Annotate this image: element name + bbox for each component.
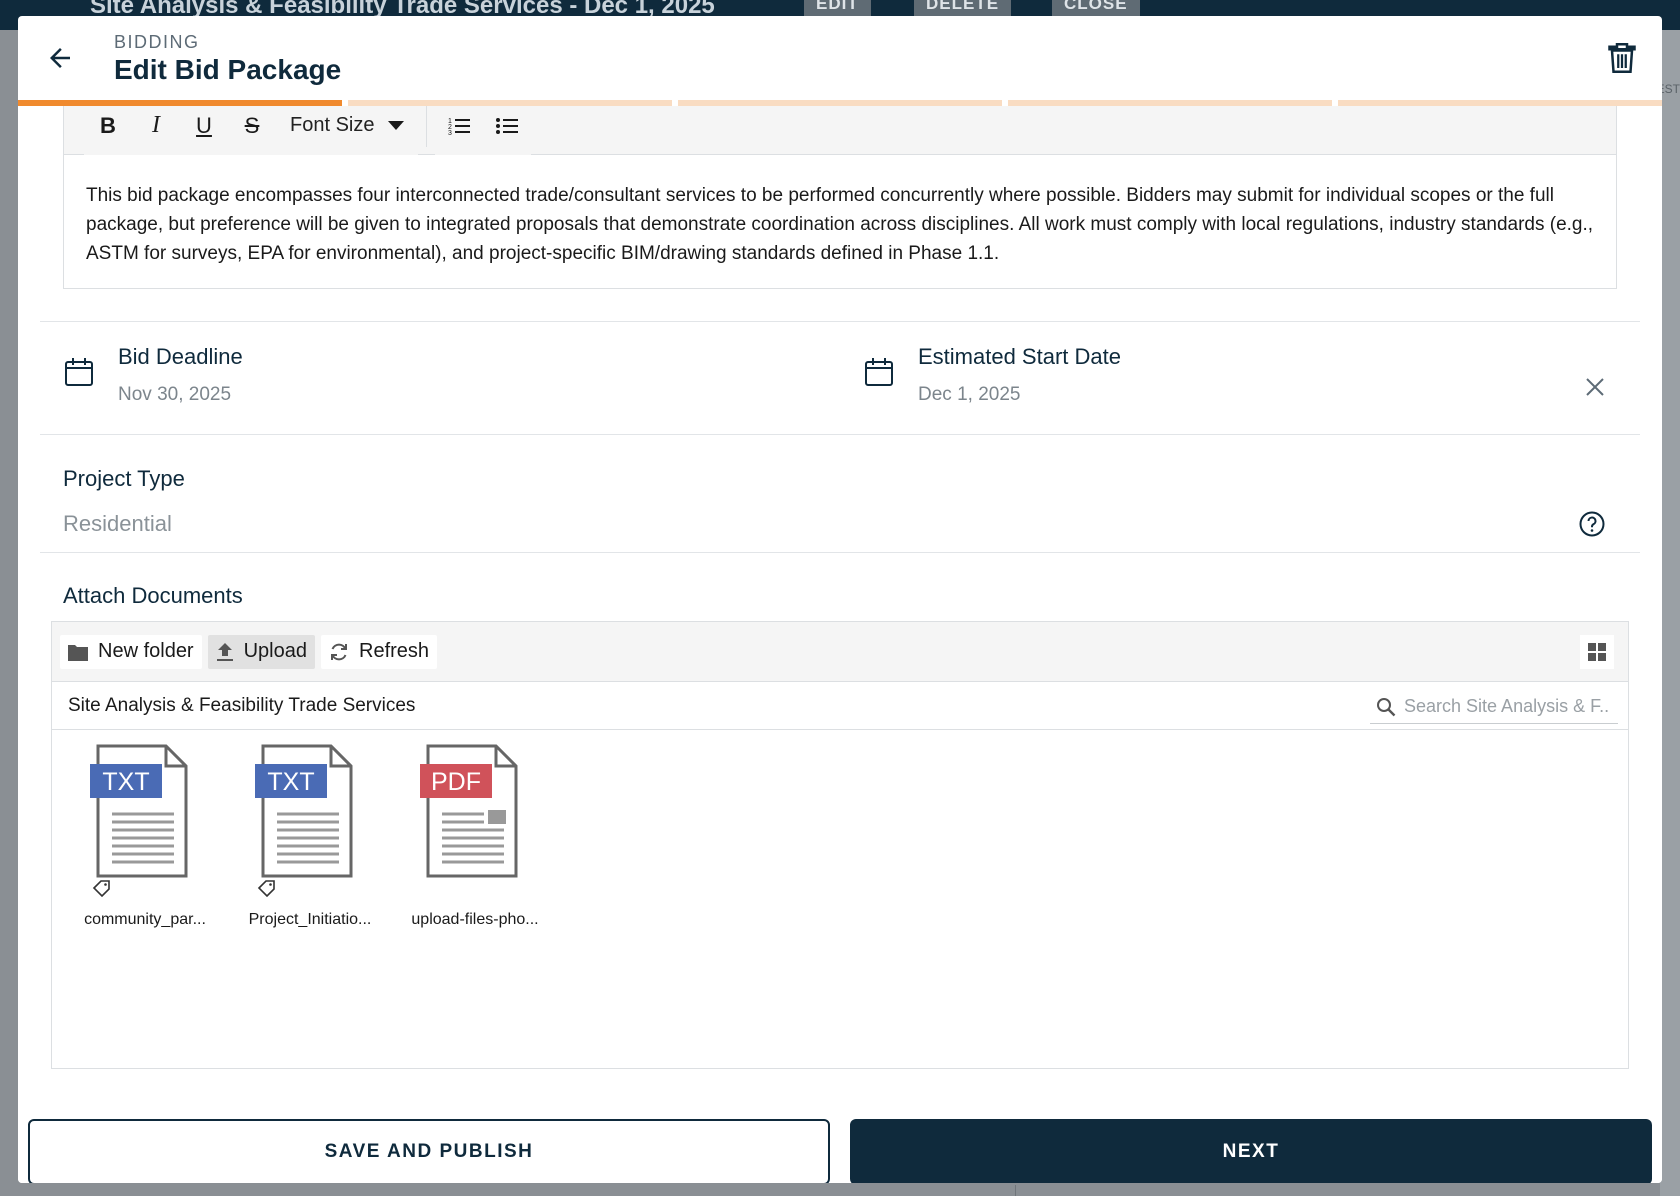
font-size-dropdown[interactable]: Font Size <box>276 106 418 146</box>
file-item[interactable]: PDF upload-files-pho... <box>400 744 540 928</box>
file-manager-path-bar: Site Analysis & Feasibility Trade Servic… <box>52 682 1628 730</box>
italic-icon: I <box>152 112 160 138</box>
description-editor: B I U S Font Size 1 2 3 This bid package… <box>63 106 1617 289</box>
refresh-icon <box>331 643 347 660</box>
background-divider <box>1015 1185 1680 1196</box>
folder-icon <box>68 644 88 661</box>
upload-label: Upload <box>243 640 307 662</box>
help-circle-icon[interactable] <box>1578 510 1606 538</box>
upload-button[interactable]: Upload <box>207 634 315 669</box>
svg-text:3: 3 <box>448 130 452 136</box>
project-type-label: Project Type <box>63 466 185 491</box>
estimated-start-date-label: Estimated Start Date <box>918 344 1121 369</box>
trash-icon <box>1608 43 1636 73</box>
italic-button[interactable]: I <box>132 106 180 146</box>
back-button[interactable] <box>42 40 78 76</box>
search-icon <box>1377 697 1396 716</box>
editor-toolbar: B I U S Font Size 1 2 3 <box>64 106 1616 155</box>
txt-file-icon: TXT <box>90 744 188 878</box>
view-toggle-button[interactable] <box>1580 635 1614 669</box>
section-eyebrow: BIDDING <box>114 32 200 52</box>
calendar-icon <box>865 358 893 386</box>
background-right-panel: EST <box>1657 30 1680 1196</box>
file-manager: New folder Upload Refresh Site Analysis … <box>51 621 1629 1069</box>
file-name: community_par... <box>84 911 206 928</box>
close-icon <box>1586 378 1604 396</box>
calendar-icon <box>65 358 93 386</box>
file-item[interactable]: TXT community_par... <box>70 744 210 928</box>
file-name: upload-files-pho... <box>411 911 539 928</box>
description-text[interactable]: This bid package encompasses four interc… <box>64 155 1616 268</box>
file-type-label: PDF <box>431 768 481 796</box>
underline-icon: U <box>196 112 212 138</box>
upload-icon <box>216 642 233 661</box>
modal-footer: SAVE AND PUBLISH NEXT <box>18 1098 1662 1183</box>
edit-bid-package-modal: BIDDING Edit Bid Package B I U S Font Si… <box>18 16 1662 1183</box>
bid-deadline-value: Nov 30, 2025 <box>118 384 232 405</box>
file-item[interactable]: TXT Project_Initiatio... <box>235 744 375 928</box>
txt-file-icon: TXT <box>255 744 353 878</box>
modal-header: BIDDING Edit Bid Package <box>18 16 1662 104</box>
background-close-button: CLOSE <box>1052 0 1140 16</box>
grid-view-icon <box>1588 643 1606 661</box>
file-type-label: TXT <box>102 768 149 796</box>
ordered-list-icon: 123 <box>448 118 471 136</box>
arrow-left-icon <box>50 48 70 68</box>
project-type-select[interactable]: Residential <box>63 511 172 537</box>
refresh-button[interactable]: Refresh <box>321 634 438 669</box>
caret-down-icon <box>388 120 405 130</box>
file-manager-toolbar: New folder Upload Refresh <box>52 622 1628 682</box>
bullet-list-button[interactable] <box>483 106 531 146</box>
background-delete-button: DELETE <box>914 0 1012 16</box>
page-title: Edit Bid Package <box>114 54 342 85</box>
ordered-list-button[interactable]: 123 <box>435 106 483 146</box>
bid-deadline-label: Bid Deadline <box>118 344 243 369</box>
search-input[interactable] <box>1404 696 1610 717</box>
new-folder-label: New folder <box>98 640 194 662</box>
breadcrumb[interactable]: Site Analysis & Feasibility Trade Servic… <box>68 695 415 717</box>
background-edit-button: EDIT <box>804 0 871 16</box>
toolbar-separator <box>426 106 428 147</box>
bid-deadline-field[interactable]: Bid Deadline Nov 30, 2025 <box>63 344 763 424</box>
underline-button[interactable]: U <box>180 106 228 146</box>
strikethrough-icon: S <box>244 112 260 138</box>
bold-icon: B <box>100 112 116 138</box>
estimated-start-date-value: Dec 1, 2025 <box>918 384 1021 405</box>
font-size-label: Font Size <box>290 114 375 136</box>
section-divider <box>40 321 1640 322</box>
format-group: B I U S Font Size <box>84 106 419 155</box>
bold-button[interactable]: B <box>84 106 132 146</box>
strikethrough-button[interactable]: S <box>228 106 276 146</box>
estimated-start-date-field[interactable]: Estimated Start Date Dec 1, 2025 <box>863 344 1513 424</box>
section-divider <box>40 434 1640 435</box>
section-divider <box>40 552 1640 553</box>
tag-icon[interactable] <box>257 879 277 897</box>
file-name: Project_Initiatio... <box>248 911 372 928</box>
next-button[interactable]: NEXT <box>850 1119 1652 1183</box>
file-grid: TXT community_par... TXT Project_Initiat… <box>52 730 1628 1068</box>
new-folder-button[interactable]: New folder <box>60 634 202 669</box>
pdf-file-icon: PDF <box>420 744 518 878</box>
delete-package-button[interactable] <box>1602 38 1642 78</box>
attach-documents-label: Attach Documents <box>63 583 243 608</box>
file-type-label: TXT <box>267 768 314 796</box>
save-and-publish-button[interactable]: SAVE AND PUBLISH <box>28 1119 830 1183</box>
bullet-list-icon <box>496 117 519 134</box>
clear-date-button[interactable] <box>1580 372 1610 402</box>
file-search <box>1370 690 1618 724</box>
refresh-label: Refresh <box>359 640 430 662</box>
list-group: 123 <box>435 106 532 155</box>
tag-icon[interactable] <box>92 879 112 897</box>
modal-body: B I U S Font Size 1 2 3 This bid package… <box>18 106 1662 1098</box>
